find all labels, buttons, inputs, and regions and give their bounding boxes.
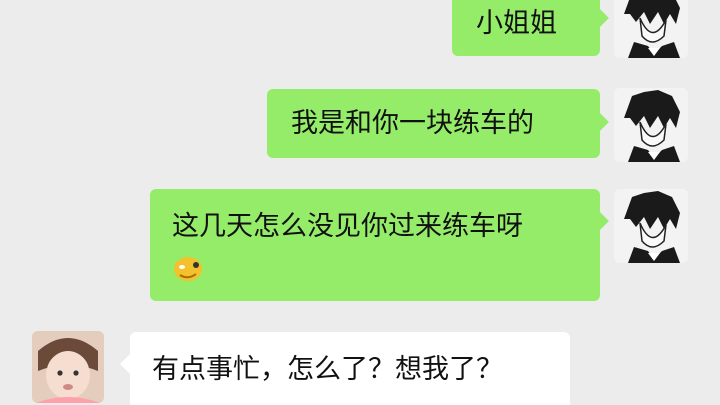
boy-avatar-icon[interactable]	[614, 189, 688, 263]
outgoing-message-bubble[interactable]: 我是和你一块练车的	[267, 89, 600, 158]
face-emoji-icon	[172, 253, 206, 283]
girl-avatar-icon[interactable]	[32, 331, 104, 403]
chat-window: 小姐姐 我是和你一块练车的 这几天怎么没见你过来练车呀 有点事忙，怎么了？想我了…	[0, 0, 720, 405]
boy-avatar-icon[interactable]	[614, 88, 688, 162]
incoming-message-bubble[interactable]: 有点事忙，怎么了？想我了？	[130, 332, 570, 405]
message-text: 这几天怎么没见你过来练车呀	[172, 211, 523, 242]
message-text: 有点事忙，怎么了？想我了？	[152, 354, 503, 385]
message-text: 我是和你一块练车的	[291, 108, 534, 139]
message-text: 小姐姐	[476, 8, 557, 39]
outgoing-message-bubble[interactable]: 这几天怎么没见你过来练车呀	[150, 189, 600, 301]
outgoing-message-bubble[interactable]: 小姐姐	[452, 0, 600, 56]
boy-avatar-icon[interactable]	[614, 0, 688, 58]
